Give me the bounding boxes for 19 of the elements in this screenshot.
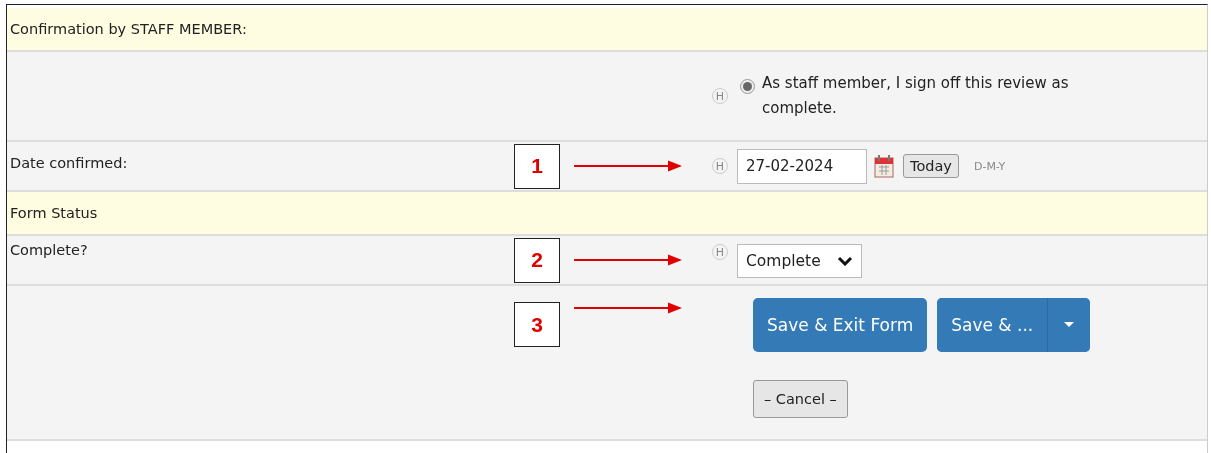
chevron-icon: [836, 256, 853, 266]
field-label: Date confirmed:: [10, 155, 128, 171]
dropdown-toggle[interactable]: [1047, 298, 1091, 352]
caret-icon: [1064, 322, 1075, 328]
status-dropdown[interactable]: Complete: [737, 244, 862, 278]
field-label: Complete?: [10, 242, 88, 258]
section-title: Form Status: [10, 205, 98, 221]
callout-number: 1: [514, 143, 560, 189]
radio-label: As staff member, I sign off this review as complete.: [762, 73, 1070, 119]
section-title: Confirmation by STAFF MEMBER:: [10, 21, 247, 37]
save-exit-button[interactable]: Save & Exit Form: [753, 298, 928, 352]
date-format-hint: D-M-Y: [973, 159, 1006, 173]
callout-number: 2: [514, 237, 560, 283]
date-field[interactable]: 27-02-2024: [737, 148, 867, 184]
calendar-icon[interactable]: [874, 154, 894, 178]
today-button[interactable]: Today: [903, 154, 959, 178]
radio-button[interactable]: [740, 78, 755, 94]
cancel-button[interactable]: – Cancel –: [753, 380, 848, 418]
callout-number: 3: [514, 302, 560, 347]
